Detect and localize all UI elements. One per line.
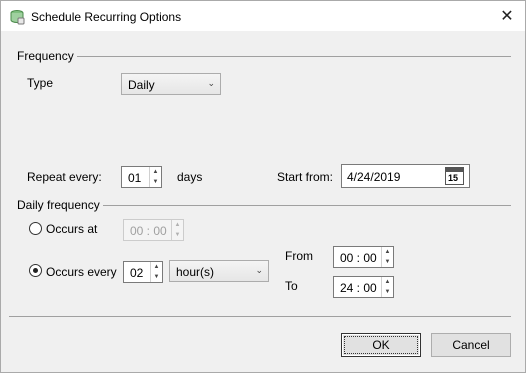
focus-rectangle [344, 336, 418, 354]
start-date-picker[interactable]: 4/24/2019 15 [341, 164, 470, 188]
type-dropdown[interactable]: Daily ⌄ [121, 73, 221, 95]
type-dropdown-value: Daily [128, 78, 155, 92]
stepper-buttons: ▲ ▼ [381, 247, 393, 267]
daily-frequency-group-label: Daily frequency [17, 198, 100, 212]
stepper-down-icon[interactable]: ▼ [150, 177, 161, 187]
cancel-button[interactable]: Cancel [431, 333, 511, 357]
stepper-down-icon[interactable]: ▼ [172, 230, 183, 240]
daily-frequency-divider [103, 205, 511, 206]
stepper-up-icon[interactable]: ▲ [172, 220, 183, 230]
from-time-field[interactable]: 00 : 00 ▲ ▼ [333, 246, 394, 268]
stepper-buttons: ▲ ▼ [149, 167, 161, 187]
occurs-at-label: Occurs at [46, 222, 98, 236]
title-bar: Schedule Recurring Options ✕ [1, 1, 525, 31]
occurs-at-radio[interactable] [29, 222, 42, 235]
repeat-unit-label: days [177, 170, 203, 184]
to-label: To [285, 279, 298, 293]
to-time-field[interactable]: 24 : 00 ▲ ▼ [333, 276, 394, 298]
from-time-value: 00 : 00 [340, 251, 377, 265]
stepper-down-icon[interactable]: ▼ [382, 287, 393, 297]
app-cylinder-icon [10, 10, 25, 25]
cancel-button-label: Cancel [452, 338, 490, 352]
stepper-up-icon[interactable]: ▲ [382, 277, 393, 287]
stepper-buttons: ▲ ▼ [381, 277, 393, 297]
frequency-divider [77, 56, 511, 57]
repeat-every-stepper[interactable]: 01 ▲ ▼ [121, 166, 162, 188]
footer-divider [9, 316, 511, 317]
start-from-label: Start from: [277, 170, 334, 184]
occurs-every-label: Occurs every [46, 265, 117, 279]
start-date-value: 4/24/2019 [347, 170, 401, 184]
occurs-every-unit-dropdown[interactable]: hour(s) ⌄ [169, 260, 269, 282]
window-title: Schedule Recurring Options [31, 10, 182, 24]
stepper-up-icon[interactable]: ▲ [150, 167, 161, 177]
stepper-down-icon[interactable]: ▼ [151, 272, 162, 282]
from-label: From [285, 249, 313, 263]
calendar-icon-day: 15 [448, 173, 459, 183]
ok-button[interactable]: OK [341, 333, 421, 357]
occurs-every-value: 02 [130, 266, 144, 280]
repeat-every-label: Repeat every: [27, 170, 102, 184]
occurs-every-stepper[interactable]: 02 ▲ ▼ [123, 261, 163, 283]
stepper-buttons: ▲ ▼ [150, 262, 162, 282]
occurs-at-time-value: 00 : 00 [130, 224, 167, 238]
occurs-every-unit-value: hour(s) [176, 265, 215, 279]
chevron-down-icon: ⌄ [255, 265, 263, 275]
calendar-icon-header [446, 168, 463, 172]
frequency-group-label: Frequency [17, 49, 74, 63]
chevron-down-icon: ⌄ [207, 78, 215, 88]
type-label: Type [27, 76, 54, 90]
stepper-up-icon[interactable]: ▲ [382, 247, 393, 257]
occurs-every-radio[interactable] [29, 264, 42, 277]
repeat-every-value: 01 [128, 171, 142, 185]
schedule-dialog: Schedule Recurring Options ✕ Frequency T… [0, 0, 526, 373]
occurs-at-time-field[interactable]: 00 : 00 ▲ ▼ [123, 219, 184, 241]
to-time-value: 24 : 00 [340, 281, 377, 295]
stepper-up-icon[interactable]: ▲ [151, 262, 162, 272]
stepper-buttons: ▲ ▼ [171, 220, 183, 240]
close-icon[interactable]: ✕ [489, 1, 525, 31]
stepper-down-icon[interactable]: ▼ [382, 257, 393, 267]
calendar-icon[interactable]: 15 [445, 167, 464, 185]
